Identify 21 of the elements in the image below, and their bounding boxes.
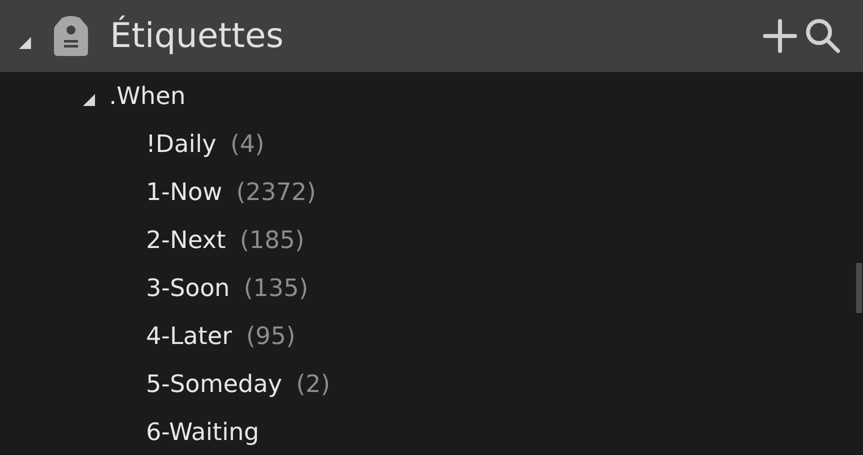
tree-item[interactable]: 3-Soon [146, 274, 230, 302]
tree-item[interactable]: 5-Someday [146, 370, 282, 398]
panel-title: Étiquettes [110, 16, 284, 56]
collapse-arrow-icon[interactable] [18, 36, 32, 50]
tag-icon [54, 16, 88, 56]
tree-item[interactable]: 6-Waiting [146, 418, 260, 446]
scrollbar-thumb[interactable] [856, 263, 862, 313]
item-count: (95) [246, 322, 296, 350]
tree-item[interactable]: !Daily [146, 130, 216, 158]
tree-item[interactable]: 1-Now [146, 178, 222, 206]
item-count: (2) [296, 370, 330, 398]
item-count: (185) [240, 226, 304, 254]
item-count: (4) [230, 130, 264, 158]
tree-item[interactable]: 4-Later [146, 322, 232, 350]
item-count: (135) [244, 274, 308, 302]
collapse-arrow-icon[interactable] [82, 93, 96, 107]
item-count: (2372) [236, 178, 316, 206]
search-button[interactable] [805, 18, 841, 54]
add-button[interactable] [763, 19, 797, 53]
tree-item[interactable]: 2-Next [146, 226, 226, 254]
tree-item[interactable]: .When [109, 82, 186, 110]
